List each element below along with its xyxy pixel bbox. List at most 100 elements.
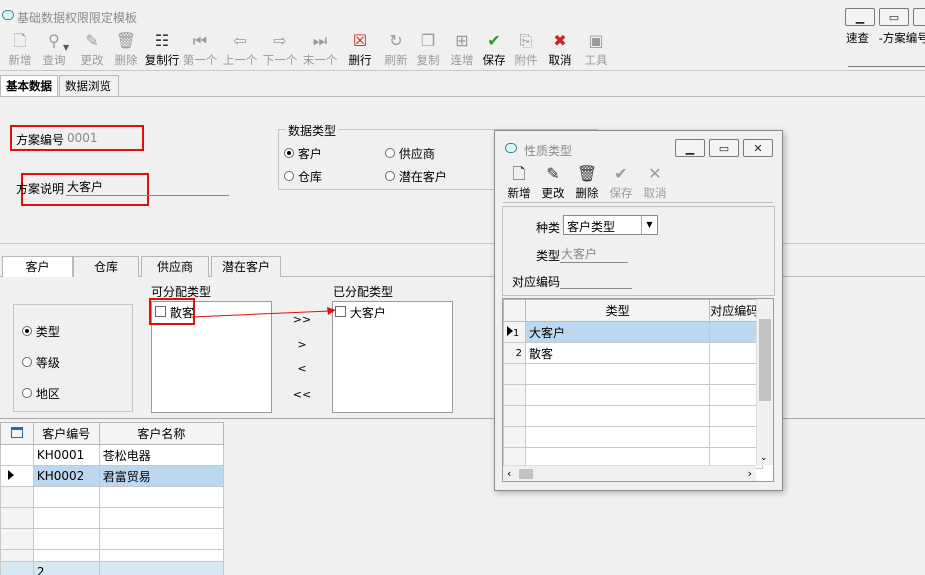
- dialog-button-new-doc[interactable]: 🗋 新增: [503, 163, 535, 203]
- table-row[interactable]: 2 散客: [503, 342, 763, 364]
- cell-code[interactable]: [709, 321, 763, 343]
- scroll-left-icon[interactable]: ‹: [507, 467, 511, 480]
- cell-type[interactable]: 散客: [524, 342, 711, 364]
- dialog-button-pencil[interactable]: ✎ 更改: [537, 163, 569, 203]
- h-scrollbar-thumb[interactable]: [519, 469, 533, 479]
- cell-customer-no[interactable]: KH0002: [32, 465, 100, 487]
- table-row[interactable]: 1 大客户: [503, 321, 763, 343]
- table-row-empty[interactable]: [0, 549, 225, 562]
- code-field[interactable]: [560, 271, 632, 289]
- horizontal-scrollbar[interactable]: ‹ ›: [503, 465, 756, 481]
- col-customer-name[interactable]: 客户名称: [98, 422, 225, 445]
- radio-dot-warehouse: [284, 171, 294, 181]
- assigned-item[interactable]: 大客户: [335, 304, 386, 321]
- scheme-desc-field[interactable]: 大客户: [66, 178, 229, 196]
- col-customer-no[interactable]: 客户编号: [32, 422, 100, 445]
- col-code[interactable]: 对应编码: [709, 299, 763, 322]
- table-row-empty[interactable]: [503, 405, 763, 427]
- table-row-empty[interactable]: [0, 528, 225, 550]
- table-row-empty[interactable]: [0, 507, 225, 529]
- move-left-button[interactable]: <: [292, 362, 312, 375]
- toolbar-button-copy[interactable]: ❐ 复制: [410, 30, 446, 70]
- dialog-title-bar[interactable]: 性质类型 ▁ ▭ ✕: [495, 131, 782, 161]
- toolbar-button-edit[interactable]: ✎ 更改: [74, 30, 110, 70]
- dialog-minimize-button[interactable]: ▁: [675, 139, 705, 157]
- dialog-form-panel: 种类 客户类型 ▼ 类型 大客户 对应编码: [502, 206, 775, 296]
- window-title: 基础数据权限限定模板: [17, 11, 138, 25]
- radio-customer[interactable]: 客户: [284, 145, 322, 162]
- cell-customer-name[interactable]: 苍松电器: [98, 444, 225, 466]
- radio-mode-region[interactable]: 地区: [22, 385, 60, 402]
- toolbar-button-first[interactable]: ⏮ 第一个: [182, 30, 218, 70]
- dialog-button-x[interactable]: ✕ 取消: [639, 163, 671, 203]
- dialog-button-trash[interactable]: 🗑 删除: [571, 163, 603, 203]
- toolbar-button-save-check[interactable]: ✔ 保存: [476, 30, 512, 70]
- grid-corner[interactable]: [0, 422, 34, 445]
- move-all-left-button[interactable]: <<: [292, 388, 312, 401]
- assigned-label: 已分配类型: [333, 285, 394, 299]
- tab-basic-data[interactable]: 基本数据: [0, 75, 58, 97]
- table-row-empty[interactable]: [503, 426, 763, 448]
- tab-data-browse[interactable]: 数据浏览: [59, 75, 119, 97]
- dialog-close-button[interactable]: ✕: [743, 139, 773, 157]
- tab-potential-customer[interactable]: 潜在客户: [211, 256, 281, 277]
- col-type[interactable]: 类型: [524, 299, 711, 322]
- radio-warehouse[interactable]: 仓库: [284, 168, 322, 185]
- move-right-button[interactable]: >: [292, 338, 312, 351]
- toolbar-button-next[interactable]: ⇨ 下一个: [262, 30, 298, 70]
- toolbar-button-refresh[interactable]: ↻ 刷新: [378, 30, 414, 70]
- toolbar-button-cancel-x[interactable]: ✖ 取消: [542, 30, 578, 70]
- toolbar-button-copy-row[interactable]: ☷ 复制行: [142, 30, 182, 70]
- toolbar-label: 删除: [114, 53, 138, 67]
- dialog-grid-corner[interactable]: [503, 299, 526, 322]
- cell-type[interactable]: 大客户: [524, 321, 711, 343]
- cell-code[interactable]: [709, 342, 763, 364]
- restore-button[interactable]: ▭: [879, 8, 909, 26]
- radio-type-label: 类型: [35, 325, 60, 339]
- restore-icon: ▭: [718, 141, 730, 155]
- toolbar-button-new-doc[interactable]: 🗋 新增: [2, 30, 38, 70]
- delete-row-icon: ☒: [352, 31, 368, 50]
- vertical-scrollbar[interactable]: ⌄: [756, 299, 773, 465]
- dialog-button-check[interactable]: ✔ 保存: [605, 163, 637, 203]
- toolbar-label: 工具: [584, 53, 608, 67]
- quick-search-underline: [848, 66, 925, 67]
- table-row[interactable]: KH0002 君富贸易: [0, 465, 225, 487]
- type-field[interactable]: 大客户: [560, 245, 628, 263]
- query-dropdown-icon[interactable]: ▼: [63, 43, 69, 52]
- toolbar-button-prev[interactable]: ⇦ 上一个: [222, 30, 258, 70]
- table-row-empty[interactable]: [0, 486, 225, 508]
- radio-supplier[interactable]: 供应商: [385, 145, 435, 162]
- copy-icon: ❐: [420, 31, 436, 50]
- cell-customer-name[interactable]: 君富贸易: [98, 465, 225, 487]
- scheme-no-label: 方案编号: [16, 133, 65, 147]
- toolbar-button-delete-row[interactable]: ☒ 删行: [342, 30, 378, 70]
- scroll-down-icon[interactable]: ⌄: [760, 453, 768, 463]
- scrollbar-thumb[interactable]: [759, 319, 771, 401]
- toolbar-button-trash[interactable]: 🗑 删除: [108, 30, 144, 70]
- radio-potential-customer[interactable]: 潜在客户: [385, 168, 447, 185]
- radio-mode-level[interactable]: 等级: [22, 354, 60, 371]
- scheme-no-value[interactable]: 0001: [67, 131, 98, 145]
- tab-supplier[interactable]: 供应商: [141, 256, 209, 277]
- tab-customer[interactable]: 客户: [2, 256, 73, 277]
- toolbar-button-toolbox[interactable]: ▣ 工具: [578, 30, 614, 70]
- radio-dot-level: [22, 357, 32, 367]
- tab-warehouse[interactable]: 仓库: [73, 256, 139, 277]
- table-row-empty[interactable]: [503, 363, 763, 385]
- cell-customer-no[interactable]: KH0001: [32, 444, 100, 466]
- quick-search[interactable]: 速查 -方案编号: [846, 30, 925, 46]
- kind-select[interactable]: 客户类型 ▼: [563, 215, 658, 235]
- table-row-empty[interactable]: [503, 384, 763, 406]
- toolbar-label: 连增: [450, 53, 474, 67]
- table-row[interactable]: KH0001 苍松电器: [0, 444, 225, 466]
- dialog-restore-button[interactable]: ▭: [709, 139, 739, 157]
- toolbar-button-attachment[interactable]: ⎘ 附件: [508, 30, 544, 70]
- minimize-button[interactable]: ▁: [845, 8, 875, 26]
- minimize-icon: ▁: [855, 10, 865, 24]
- toolbar-button-last[interactable]: ⏭ 末一个: [302, 30, 338, 70]
- radio-mode-type[interactable]: 类型: [22, 323, 60, 340]
- close-button[interactable]: [913, 8, 925, 26]
- scroll-right-icon[interactable]: ›: [748, 467, 752, 480]
- toolbar-button-continuous-add[interactable]: ⊞ 连增: [444, 30, 480, 70]
